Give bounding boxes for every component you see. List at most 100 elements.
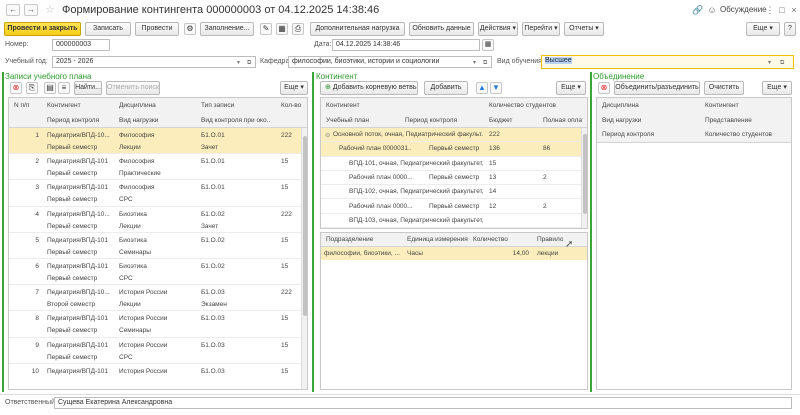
col-load-type[interactable]: Вид нагрузки (119, 117, 158, 124)
move-up-icon[interactable]: ▲ (476, 82, 488, 94)
tree-row[interactable]: Рабочий план 0000031... Первый семестр 136… (321, 142, 581, 157)
tree-row[interactable]: ВПД-102, очная, Педиатрический факультет… (321, 185, 581, 200)
move-down-icon[interactable]: ▼ (490, 82, 502, 94)
calendar-icon[interactable]: ▦ (482, 39, 494, 51)
col-unit[interactable]: Единица измерения (407, 236, 468, 243)
table-row[interactable]: 8 Педиатрия/ВПД-101 История России Б1.О.03 1… (9, 311, 301, 338)
dept-field[interactable]: философии, биоэтики, истории и социологи… (288, 56, 492, 68)
left-scrollbar[interactable] (301, 128, 307, 389)
close-icon[interactable]: × (788, 4, 800, 16)
col-load-type[interactable]: Вид нагрузки (602, 117, 641, 124)
goto-menu-button[interactable]: Перейти ▾ (522, 22, 560, 36)
table-row[interactable]: 4 Педиатрия/ВПД-10... Биоэтика Б1.О.02 222 Пе… (9, 207, 301, 233)
extra-load-button[interactable]: Дополнительная нагрузка (310, 22, 405, 36)
add-button[interactable]: Добавить (424, 81, 468, 95)
help-icon[interactable]: ? (784, 22, 796, 36)
col-control-period[interactable]: Период контроля (602, 131, 654, 138)
filter-icon[interactable]: ▤ (44, 82, 56, 94)
link-icon[interactable]: 🔗 (692, 4, 704, 16)
post-button[interactable]: Провести (135, 22, 179, 36)
col-discipline[interactable]: Дисциплина (602, 102, 639, 109)
dropdown-icon[interactable]: ▾ (473, 58, 476, 67)
right-more-button[interactable]: Еще ▾ (762, 81, 792, 95)
col-rule[interactable]: Правило (537, 236, 563, 243)
col-type[interactable]: Тип записи (201, 102, 234, 109)
tree-row[interactable]: Рабочий план 0000... Первый семестр 12 2 (321, 200, 581, 214)
dropdown-icon[interactable]: ▾ (237, 58, 240, 67)
maximize-icon[interactable]: □ (776, 4, 788, 16)
table-row[interactable]: 7 Педиатрия/ВПД-10... История России Б1.О.0… (9, 285, 301, 312)
number-field[interactable]: 000000003 (52, 39, 110, 51)
table-row[interactable]: 3 Педиатрия/ВПД-101 Философия Б1.О.01 15 Перв… (9, 180, 301, 207)
table-row[interactable]: 1 Педиатрия/ВПД-10... Философия Б1.О.01 222 П… (9, 128, 301, 155)
clear-button[interactable]: Очистить (704, 81, 744, 95)
back-arrow-icon[interactable]: ← (6, 4, 20, 16)
refresh-data-button[interactable]: Обновить данные (409, 22, 474, 36)
print-icon[interactable]: ⎙ (292, 23, 304, 35)
add-root-branch-button[interactable]: ⊕ Добавить корневую ветвь (320, 81, 418, 95)
col-contingent[interactable]: Контингент (47, 102, 81, 109)
post-close-button[interactable]: Провести и закрыть (4, 22, 81, 36)
find-button[interactable]: Найти... (74, 81, 102, 95)
table-row[interactable]: 6 Педиатрия/ВПД-101 Биоэтика Б1.О.02 15 Первы… (9, 259, 301, 286)
tree-icon[interactable]: ≡ (58, 82, 70, 94)
date-field[interactable]: 04.12.2025 14:38:46 (332, 39, 480, 51)
tree-row[interactable]: Рабочий план 0000... Первый семестр 13 2 (321, 171, 581, 186)
tree-row[interactable]: ⊖ Основной поток, очная, Педиатрический ф… (321, 128, 581, 143)
discussion-link[interactable]: Обсуждение (720, 5, 767, 14)
more-menu-button[interactable]: Еще ▾ (746, 22, 780, 36)
col-discipline[interactable]: Дисциплина (119, 102, 156, 109)
open-icon[interactable]: ⧉ (247, 58, 251, 67)
year-field[interactable]: 2025 - 2026 ▾ ⧉ (52, 56, 256, 68)
save-button[interactable]: Записать (85, 22, 131, 36)
tree-row[interactable]: ВПД-101, очная, Педиатрический факультет… (321, 157, 581, 171)
col-control-period[interactable]: Период контроля (405, 117, 457, 124)
col-qty[interactable]: Кол-во (281, 102, 301, 109)
delete-icon[interactable]: ⊗ (598, 82, 610, 94)
col-contingent[interactable]: Контингент (326, 102, 360, 109)
edit-pen-icon[interactable]: ✎ (260, 23, 272, 35)
table-row[interactable]: 10 Педиатрия/ВПД-101 История России Б1.О.03… (9, 364, 301, 389)
col-period[interactable]: Период контроля (47, 117, 99, 124)
dropdown-icon[interactable]: ▾ (768, 58, 771, 68)
actions-menu-button[interactable]: Действия ▾ (478, 22, 518, 36)
favorite-star-icon[interactable]: ☆ (45, 3, 55, 16)
reports-menu-button[interactable]: Отчеты ▾ (564, 22, 604, 36)
discussion-icon[interactable]: ☺ (706, 4, 718, 16)
study-type-field[interactable]: Высшее ▾ ⧉ (541, 55, 794, 69)
left-more-button[interactable]: Еще ▾ (280, 81, 308, 95)
delete-icon[interactable]: ⊗ (10, 82, 22, 94)
combine-button[interactable]: Объединить/разъединить (614, 81, 700, 95)
col-full-pay[interactable]: Полная оплат (543, 117, 583, 124)
tree-row[interactable]: ВПД-103, очная, Педиатрический факультет… (321, 214, 581, 228)
structure-icon[interactable]: ⚙ (184, 23, 196, 35)
menu-icon[interactable]: ⋮ (764, 4, 776, 16)
left-scroll-thumb[interactable] (303, 136, 307, 316)
table-icon[interactable]: ▦ (276, 23, 288, 35)
col-n[interactable]: N п/п (14, 102, 29, 109)
forward-arrow-icon[interactable]: → (24, 4, 38, 16)
middle-scroll-thumb[interactable] (583, 134, 587, 214)
col-control-type[interactable]: Вид контроля при око... (201, 117, 271, 124)
col-quantity[interactable]: Количество (473, 236, 508, 243)
middle-more-button[interactable]: Еще ▾ (556, 81, 586, 95)
open-icon[interactable]: ⧉ (483, 58, 487, 67)
col-student-count[interactable]: Количество студентов (489, 102, 556, 109)
col-contingent[interactable]: Контингент (705, 102, 739, 109)
fill-button[interactable]: Заполнение... (200, 22, 254, 36)
cancel-search-button[interactable]: Отменить поиск (106, 81, 160, 95)
middle-scrollbar[interactable] (581, 128, 587, 228)
table-row[interactable]: 9 Педиатрия/ВПД-101 История России Б1.О.03 1… (9, 338, 301, 364)
table-row[interactable]: 5 Педиатрия/ВПД-101 Биоэтика Б1.О.02 15 Первы… (9, 233, 301, 259)
col-department[interactable]: Подразделение (326, 236, 373, 243)
col-budget[interactable]: Бюджет (489, 117, 513, 124)
table-row[interactable]: 2 Педиатрия/ВПД-101 Философия Б1.О.01 15 Перв… (9, 154, 301, 181)
col-study-plan[interactable]: Учебный план (326, 117, 369, 124)
open-icon[interactable]: ⧉ (780, 58, 784, 68)
col-representation[interactable]: Представление (705, 117, 752, 124)
copy-icon[interactable]: ⎘ (26, 82, 38, 94)
load-row[interactable]: философии, биоэтики, ... Часы 14,00 лекции (321, 247, 587, 260)
collapse-icon[interactable]: ⊖ (325, 131, 330, 139)
responsible-field[interactable]: Сущева Екатерина Александровна (54, 397, 792, 409)
col-student-count[interactable]: Количество студентов (705, 131, 772, 138)
